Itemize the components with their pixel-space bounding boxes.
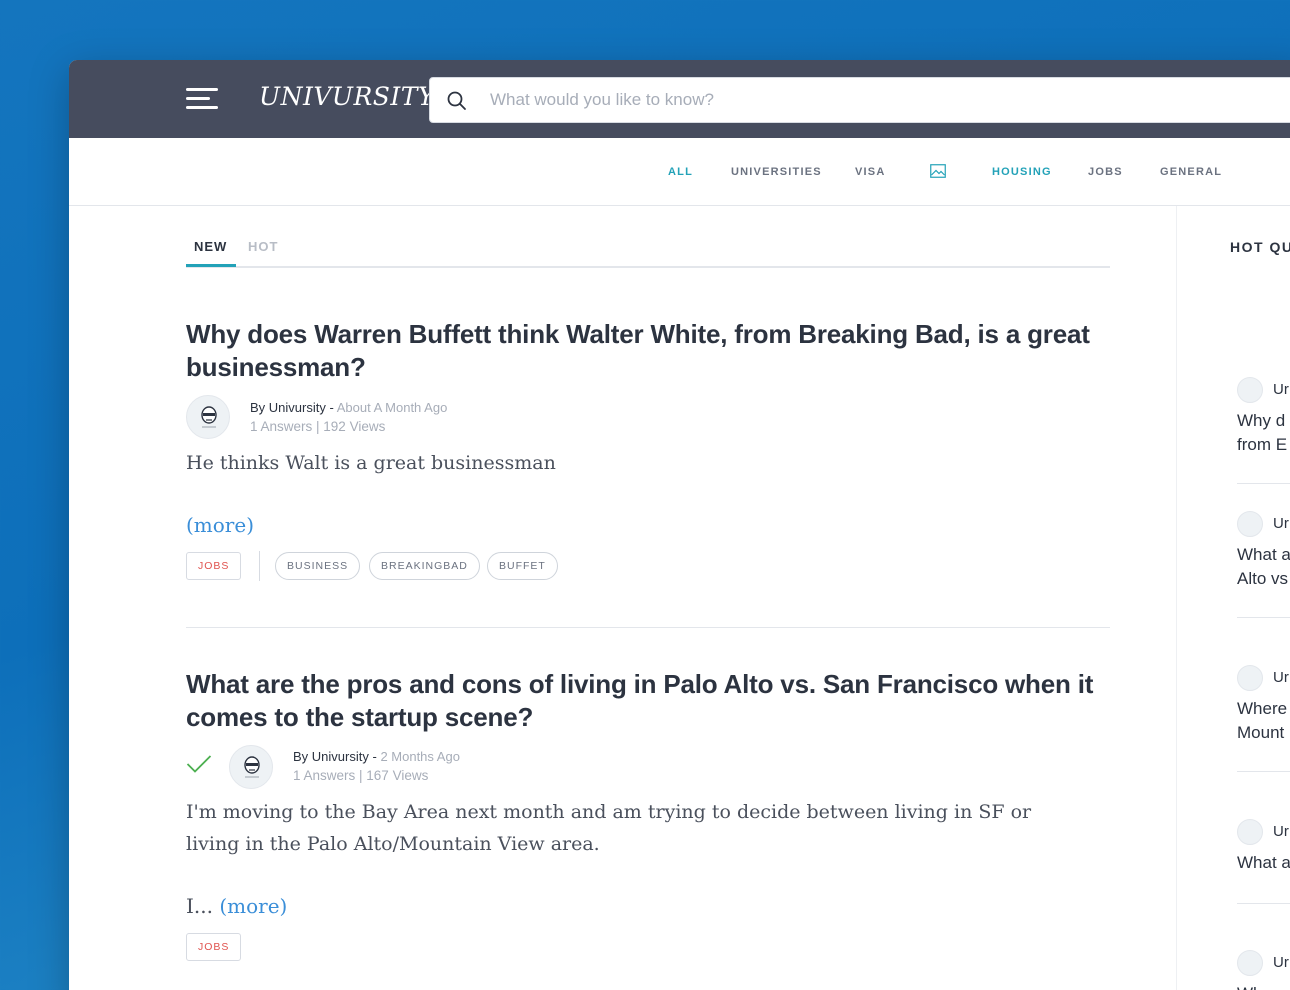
more-link[interactable]: (more) (219, 894, 287, 918)
sidebar-author: Ur (1273, 515, 1289, 532)
author-avatar (1237, 819, 1263, 845)
author-avatar (1237, 665, 1263, 691)
tab-new[interactable]: NEW (194, 239, 227, 254)
post-stats: 1 Answers | 167 Views (293, 768, 429, 783)
hot-questions-sidebar: HOT QU Ur Why d from E Ur What a Alto vs U… (1176, 206, 1290, 990)
author-name[interactable]: Univursity (269, 400, 326, 415)
post-stats: 1 Answers | 192 Views (250, 419, 386, 434)
post-time: 2 Months Ago (380, 749, 460, 764)
category-tag-jobs[interactable]: JOBS (186, 552, 242, 580)
sidebar-divider (1237, 903, 1290, 904)
author-name[interactable]: Univursity (312, 749, 369, 764)
sidebar-divider (1237, 617, 1290, 618)
author-avatar[interactable] (186, 395, 230, 439)
by-label: By (250, 400, 266, 415)
category-tag-jobs[interactable]: JOBS (186, 933, 242, 961)
post-excerpt: He thinks Walt is a great businessman (186, 452, 556, 474)
stormtrooper-icon (201, 406, 217, 428)
category-bar: ALL UNIVERSITIES VISA HOUSING JOBS GENER… (69, 138, 1290, 206)
author-avatar (1237, 511, 1263, 537)
post-divider (186, 627, 1110, 628)
category-jobs[interactable]: JOBS (1088, 166, 1123, 178)
post-card: What are the pros and cons of living in … (186, 668, 1110, 734)
author-avatar (1237, 377, 1263, 403)
tab-hot[interactable]: HOT (248, 239, 278, 254)
more-line: I... (more) (186, 894, 287, 918)
sidebar-question[interactable]: Why s (1237, 982, 1290, 990)
image-icon[interactable] (930, 164, 946, 178)
app-window: UNIVURSITY ALL UNIVERSITIES VISA HOUSING… (69, 60, 1290, 990)
category-all[interactable]: ALL (668, 166, 693, 178)
more-link[interactable]: (more) (186, 513, 254, 537)
sidebar-author: Ur (1273, 823, 1289, 840)
post-meta: By Univursity - About A Month Ago (250, 400, 447, 415)
sidebar-author: Ur (1273, 669, 1289, 686)
by-label: By (293, 749, 309, 764)
sidebar-title: HOT QU (1230, 239, 1290, 255)
category-general[interactable]: GENERAL (1160, 166, 1222, 178)
search-icon (447, 91, 466, 110)
category-universities[interactable]: UNIVERSITIES (731, 166, 822, 178)
category-visa[interactable]: VISA (855, 166, 885, 178)
sidebar-question[interactable]: What a (1237, 851, 1290, 875)
author-avatar (1237, 950, 1263, 976)
meta-separator: - (368, 749, 381, 764)
tag-business[interactable]: BUSINESS (275, 552, 361, 580)
sidebar-question[interactable]: What a Alto vs (1237, 543, 1290, 591)
logo[interactable]: UNIVURSITY (259, 82, 435, 111)
search-input[interactable] (490, 78, 1270, 122)
excerpt-ellipsis: I... (186, 894, 213, 918)
post-title[interactable]: What are the pros and cons of living in … (186, 668, 1110, 734)
meta-separator: - (325, 400, 337, 415)
checkmark-icon (186, 755, 212, 773)
active-tab-indicator (186, 264, 236, 267)
sidebar-question[interactable]: Where Mount (1237, 697, 1290, 745)
sidebar-author: Ur (1273, 381, 1289, 398)
top-bar: UNIVURSITY (69, 60, 1290, 138)
tag-buffet[interactable]: BUFFET (487, 552, 558, 580)
tag-divider (259, 551, 260, 581)
category-housing[interactable]: HOUSING (992, 166, 1052, 178)
author-avatar[interactable] (229, 745, 273, 789)
sidebar-divider (1237, 483, 1290, 484)
sidebar-question[interactable]: Why d from E (1237, 409, 1290, 457)
post-card: Why does Warren Buffett think Walter Whi… (186, 318, 1110, 384)
post-title[interactable]: Why does Warren Buffett think Walter Whi… (186, 318, 1110, 384)
feed-tabs: NEW HOT (186, 206, 1110, 268)
search-box[interactable] (429, 77, 1290, 123)
stormtrooper-icon (244, 756, 260, 778)
tag-breakingbad[interactable]: BREAKINGBAD (369, 552, 480, 580)
more-line: (more) (186, 513, 254, 537)
post-meta: By Univursity - 2 Months Ago (293, 749, 460, 764)
menu-icon[interactable] (186, 88, 220, 110)
sidebar-author: Ur (1273, 954, 1289, 971)
post-excerpt: I'm moving to the Bay Area next month an… (186, 801, 1032, 855)
sidebar-divider (1237, 771, 1290, 772)
post-time: About A Month Ago (336, 400, 448, 415)
